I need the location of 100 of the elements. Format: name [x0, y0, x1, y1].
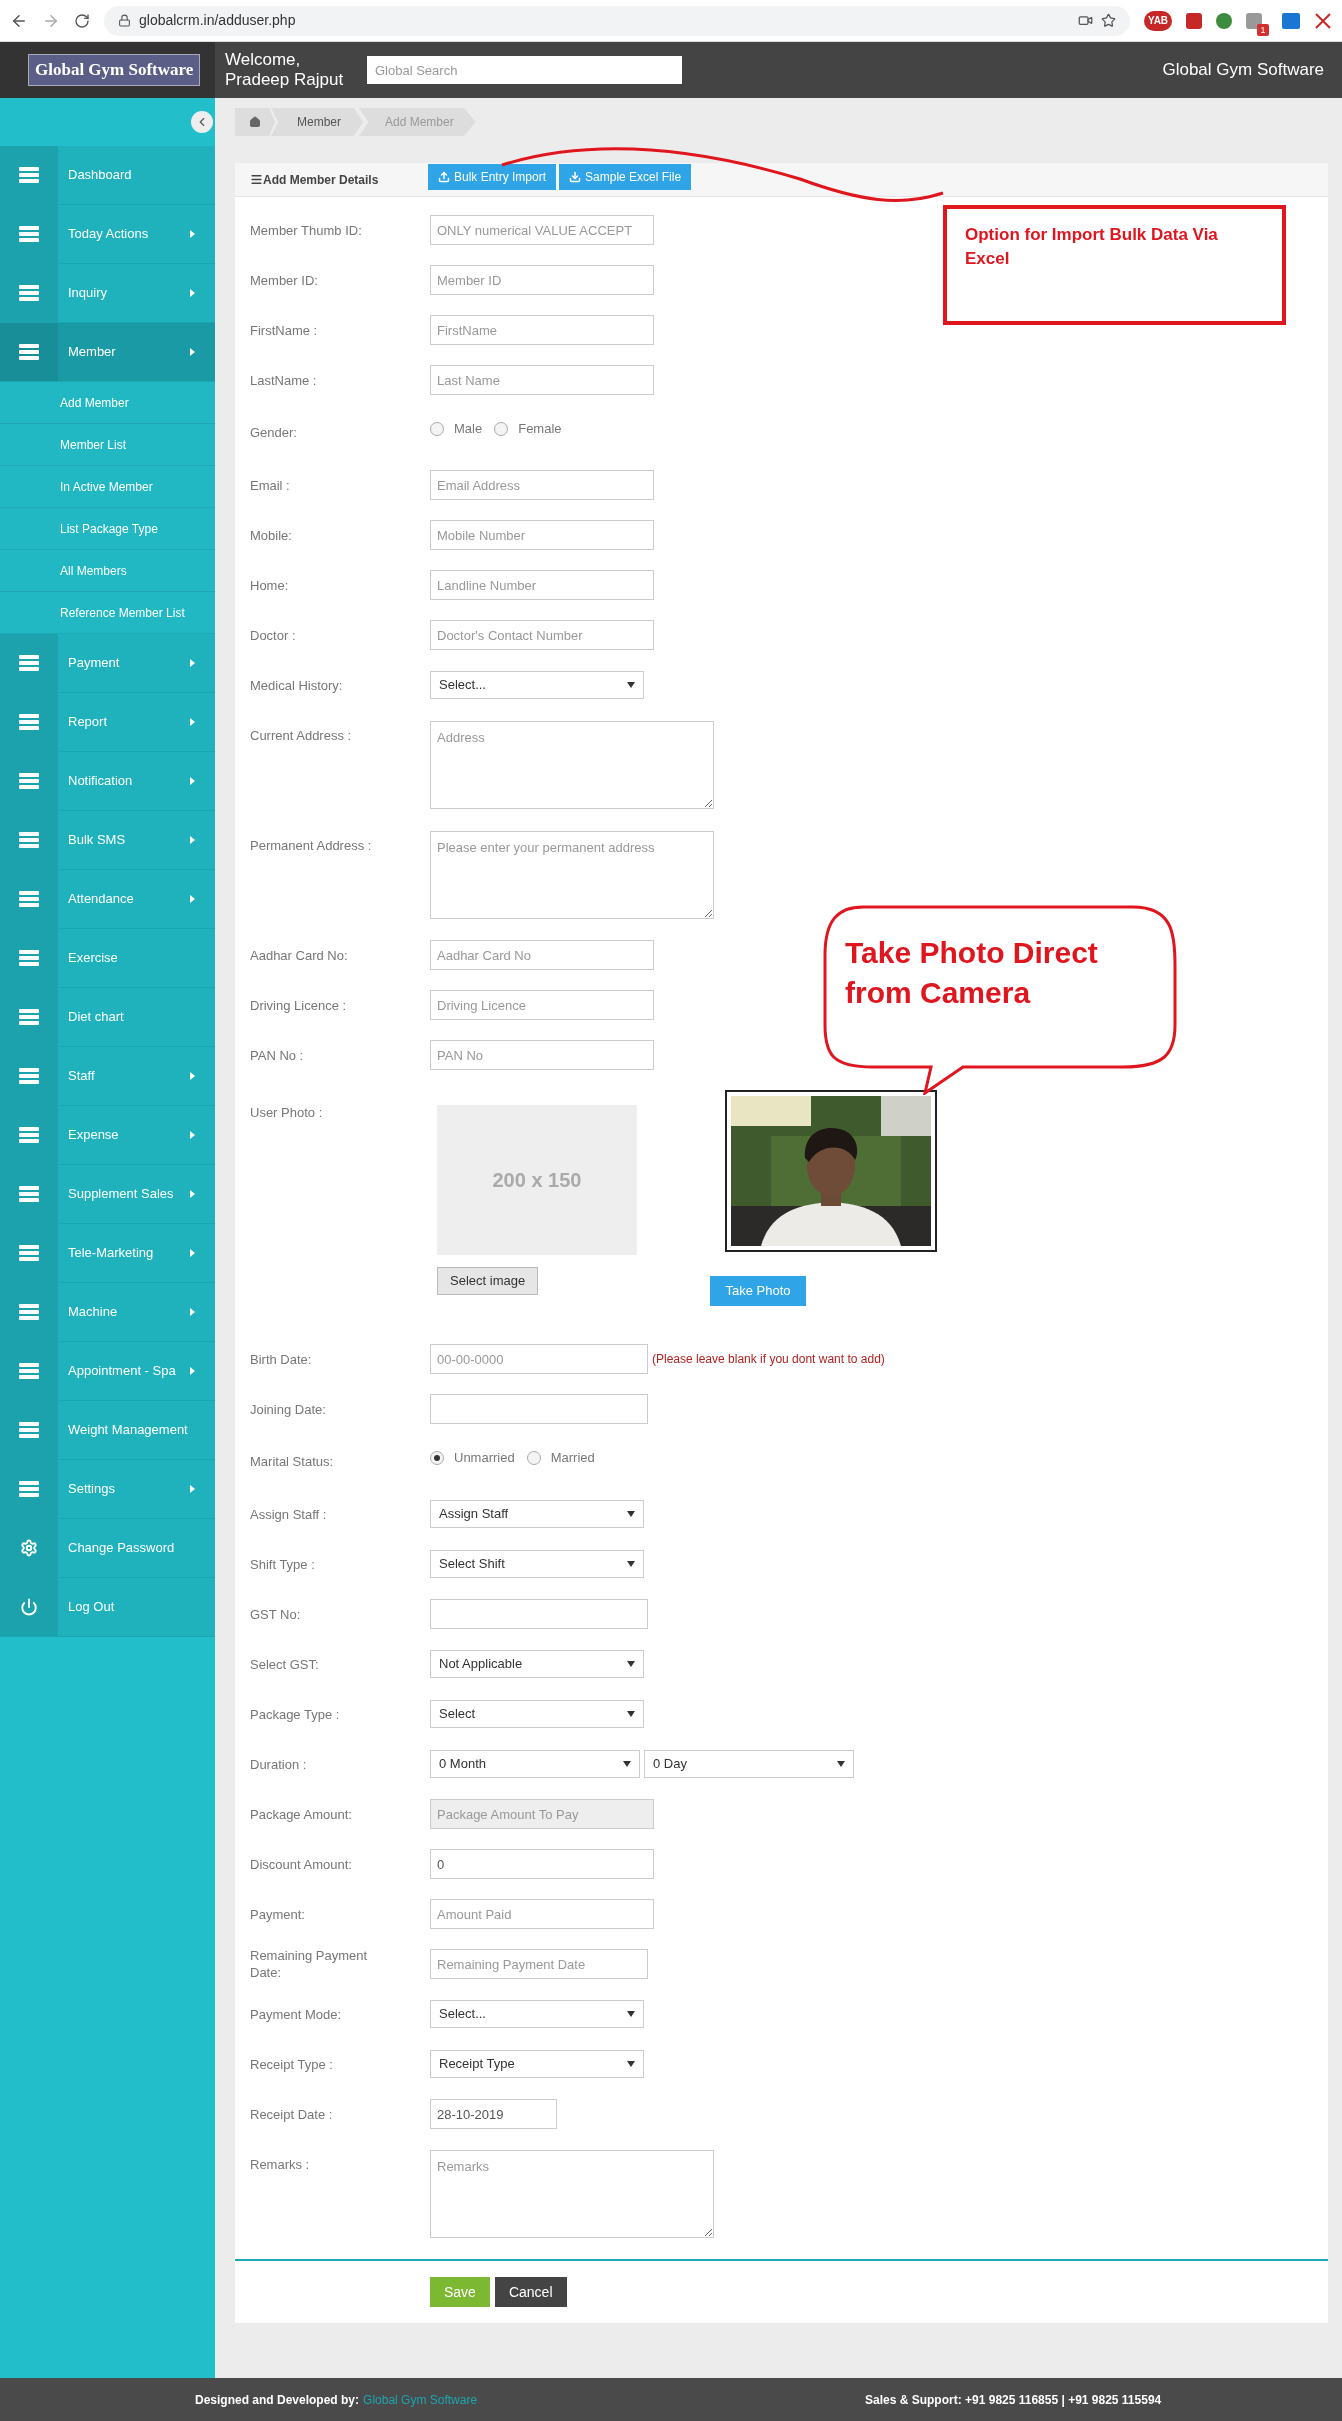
dropdown[interactable]: Select: [430, 1700, 644, 1728]
text-field[interactable]: Last Name: [430, 365, 654, 395]
dropdown[interactable]: 0 Month: [430, 1750, 640, 1778]
reload-icon[interactable]: [74, 12, 90, 29]
text-field[interactable]: PAN No: [430, 1040, 654, 1070]
text-area[interactable]: Remarks: [430, 2150, 714, 2238]
field-label: LastName :: [250, 371, 318, 389]
sidebar-item[interactable]: Dashboard: [0, 146, 215, 205]
select-image-button[interactable]: Select image: [437, 1267, 539, 1295]
sidebar-item[interactable]: Attendance: [0, 870, 215, 929]
sidebar-item[interactable]: Supplement Sales: [0, 1165, 215, 1224]
sidebar-item[interactable]: Member: [0, 323, 215, 382]
text-field[interactable]: Amount Paid: [430, 1899, 654, 1929]
text-field[interactable]: 28-10-2019: [430, 2099, 557, 2129]
header-button[interactable]: Sample Excel File: [559, 163, 692, 190]
stack-icon: [19, 1481, 39, 1497]
text-area[interactable]: Please enter your permanent address: [430, 831, 714, 919]
text-field[interactable]: FirstName: [430, 315, 654, 345]
text-field[interactable]: Email Address: [430, 470, 654, 500]
text-field[interactable]: 00-00-0000: [430, 1344, 648, 1374]
submenu-item[interactable]: Reference Member List: [0, 592, 215, 634]
stack-icon: [19, 655, 39, 671]
stack-icon: [19, 226, 39, 242]
url-text: globalcrm.in/adduser.php: [139, 11, 297, 30]
sidebar-item[interactable]: Staff: [0, 1047, 215, 1106]
collapse-button[interactable]: [191, 111, 213, 133]
credit-link[interactable]: Global Gym Software: [363, 2390, 478, 2409]
header-button[interactable]: Bulk Entry Import: [428, 163, 557, 190]
extension-icon[interactable]: [1246, 12, 1262, 29]
caret-icon: [190, 1190, 195, 1198]
text-field[interactable]: Remaining Payment Date: [430, 1949, 648, 1979]
stack-icon: [19, 1422, 39, 1438]
address-bar[interactable]: globalcrm.in/adduser.php: [104, 5, 1130, 36]
field-label: Doctor :: [250, 626, 297, 644]
submenu-item[interactable]: All Members: [0, 550, 215, 592]
dropdown[interactable]: Select Shift: [430, 1550, 644, 1578]
dropdown[interactable]: Receipt Type: [430, 2050, 644, 2078]
sidebar-item[interactable]: Tele-Marketing: [0, 1224, 215, 1283]
sidebar-item[interactable]: Log Out: [0, 1578, 215, 1637]
star-icon[interactable]: [1101, 13, 1116, 28]
sidebar-item[interactable]: Bulk SMS: [0, 811, 215, 870]
dropdown[interactable]: Assign Staff: [430, 1500, 644, 1528]
sidebar-item[interactable]: Settings: [0, 1460, 215, 1519]
submenu-item[interactable]: In Active Member: [0, 466, 215, 508]
sidebar-item[interactable]: Appointment - Spa: [0, 1342, 215, 1401]
home-crumb[interactable]: [235, 108, 275, 136]
sidebar-item[interactable]: Change Password: [0, 1519, 215, 1578]
support-text: Sales & Support: +91 9825 116855 | +91 9825 115594: [865, 2391, 1162, 2409]
sidebar-item[interactable]: Machine: [0, 1283, 215, 1342]
submenu-item[interactable]: List Package Type: [0, 508, 215, 550]
extension-icon[interactable]: [1186, 12, 1202, 29]
sidebar-item[interactable]: Report: [0, 693, 215, 752]
lock-icon: [118, 14, 131, 27]
text-field[interactable]: [430, 1394, 648, 1424]
sidebar-item[interactable]: Weight Management: [0, 1401, 215, 1460]
radio-button[interactable]: [430, 421, 444, 436]
text-field[interactable]: Mobile Number: [430, 520, 654, 550]
dropdown[interactable]: 0 Day: [644, 1750, 854, 1778]
save-button[interactable]: Save: [430, 2277, 490, 2307]
text-field[interactable]: Driving Licence: [430, 990, 654, 1020]
sidebar-item[interactable]: Today Actions: [0, 205, 215, 264]
text-field[interactable]: [430, 1599, 648, 1629]
dropdown[interactable]: Select...: [430, 671, 644, 699]
search-field[interactable]: Global Search: [367, 56, 682, 84]
extension-icon[interactable]: YAB: [1144, 10, 1172, 31]
field-label: FirstName :: [250, 321, 319, 339]
dropdown[interactable]: Select...: [430, 2000, 644, 2028]
stack-icon: [19, 344, 39, 360]
sidebar-item[interactable]: Exercise: [0, 929, 215, 988]
sidebar-item[interactable]: Notification: [0, 752, 215, 811]
text-field[interactable]: Doctor's Contact Number: [430, 620, 654, 650]
field-label: Duration :: [250, 1755, 308, 1773]
sidebar-item[interactable]: Payment: [0, 634, 215, 693]
radio-button[interactable]: [430, 1450, 444, 1465]
text-field[interactable]: Landline Number: [430, 570, 654, 600]
breadcrumb-item[interactable]: Member: [271, 108, 363, 136]
camera-icon[interactable]: [1078, 13, 1093, 28]
dropdown[interactable]: Not Applicable: [430, 1650, 644, 1678]
radio-button[interactable]: [526, 1450, 541, 1465]
text-area[interactable]: Address: [430, 721, 714, 809]
sidebar-item[interactable]: Diet chart: [0, 988, 215, 1047]
cancel-button[interactable]: Cancel: [494, 2277, 567, 2307]
submenu-item[interactable]: Add Member: [0, 382, 215, 424]
radio-button[interactable]: [494, 421, 509, 436]
callout-text: Option for Import Bulk Data Via Excel: [965, 224, 1219, 270]
submenu-item[interactable]: Member List: [0, 424, 215, 466]
field-label: Email :: [250, 476, 291, 494]
text-field[interactable]: 0: [430, 1849, 654, 1879]
stack-icon: [19, 1363, 39, 1379]
sidebar-item[interactable]: Inquiry: [0, 264, 215, 323]
text-field[interactable]: Aadhar Card No: [430, 940, 654, 970]
text-field[interactable]: Member ID: [430, 265, 654, 295]
extension-icon[interactable]: [1282, 12, 1300, 29]
breadcrumb-item[interactable]: Add Member: [359, 108, 476, 136]
field-label: Payment:: [250, 1905, 306, 1923]
extension-icon[interactable]: [1216, 12, 1232, 29]
take-photo-button[interactable]: Take Photo: [710, 1276, 806, 1306]
text-field[interactable]: ONLY numerical VALUE ACCEPT: [430, 215, 654, 245]
sidebar-item[interactable]: Expense: [0, 1106, 215, 1165]
crossed-icon[interactable]: [1314, 11, 1332, 30]
